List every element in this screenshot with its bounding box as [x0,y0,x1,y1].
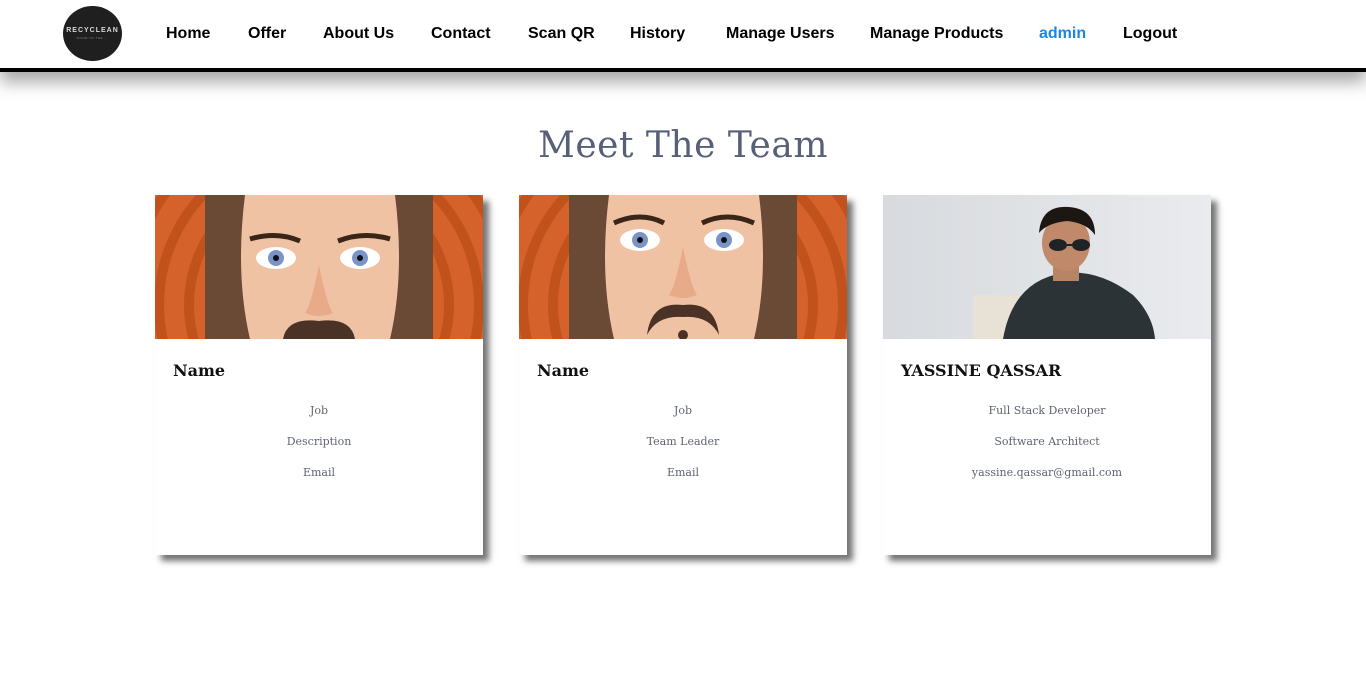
member-role: Team Leader [646,435,720,448]
nav-manage-products[interactable]: Manage Products [870,24,1003,44]
avatar-image [519,195,847,339]
avatar-image [155,195,483,339]
brand-logo[interactable]: RECYCLEAN GOOD TO THE ... [63,6,122,61]
logo-tagline: GOOD TO THE ... [76,36,109,40]
member-job: Job [673,404,693,417]
team-card: Name Job Description Email [155,195,483,555]
logo-text: RECYCLEAN [66,27,119,34]
nav-manage-users[interactable]: Manage Users [726,24,835,44]
nav-scan-qr[interactable]: Scan QR [528,24,595,44]
member-name: Name [537,361,590,380]
member-name: YASSINE QASSAR [901,361,1062,380]
nav-admin[interactable]: admin [1039,24,1086,44]
nav-history[interactable]: History [630,24,685,44]
nav-contact[interactable]: Contact [431,24,491,44]
portrait-photo [883,195,1211,339]
member-name: Name [173,361,226,380]
page-title: Meet The Team [538,125,828,166]
team-card: YASSINE QASSAR Full Stack Developer Soft… [883,195,1211,555]
nav-about-us[interactable]: About Us [323,24,394,44]
member-email: yassine.qassar@gmail.com [971,466,1123,479]
member-job: Job [309,404,329,417]
member-role: Software Architect [994,435,1100,448]
nav-offer[interactable]: Offer [248,24,286,44]
member-email: Email [666,466,700,479]
nav-logout[interactable]: Logout [1123,24,1177,44]
member-job: Full Stack Developer [988,404,1106,417]
navbar: RECYCLEAN GOOD TO THE ... Home Offer Abo… [0,0,1366,72]
team-card: Name Job Team Leader Email [519,195,847,555]
member-email: Email [302,466,336,479]
nav-home[interactable]: Home [166,24,210,44]
member-description: Description [286,435,352,448]
